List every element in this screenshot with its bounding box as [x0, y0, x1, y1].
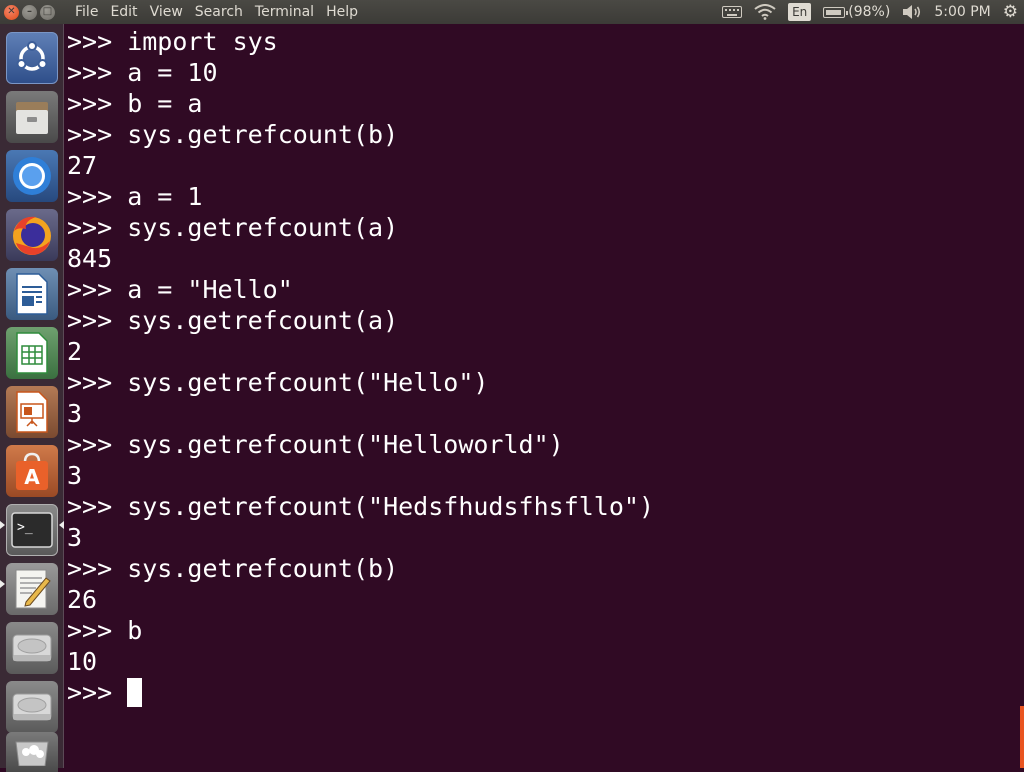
firefox-icon: [13, 216, 51, 255]
network-indicator[interactable]: [754, 4, 776, 20]
calc-icon: [16, 332, 48, 374]
terminal-line: >>> sys.getrefcount(b): [67, 554, 399, 583]
file-cabinet-icon: [16, 102, 48, 134]
menu-help[interactable]: Help: [320, 4, 364, 20]
terminal-prompt-glyph: >_: [17, 520, 33, 535]
close-icon[interactable]: ✕: [4, 4, 19, 20]
launcher-item-calc[interactable]: [6, 327, 58, 379]
wifi-icon: [754, 4, 776, 20]
launcher-item-impress[interactable]: [6, 386, 58, 438]
hard-drive-icon: [12, 634, 52, 662]
terminal-line: >>> b = a: [67, 89, 203, 118]
hard-drive-icon: [12, 693, 52, 721]
volume-icon: [903, 5, 921, 19]
menu-bar: File Edit View Search Terminal Help: [70, 4, 364, 20]
terminal-line: 2: [67, 337, 83, 366]
terminal-line: >>> sys.getrefcount("Hedsfhudsfhsfllo"): [67, 492, 654, 521]
menu-search[interactable]: Search: [189, 4, 249, 20]
impress-icon: [16, 391, 48, 433]
svg-text:A: A: [24, 465, 40, 489]
keyboard-icon: [722, 6, 743, 18]
terminal-icon: >_: [11, 512, 53, 548]
terminal-prompt: >>>: [67, 678, 128, 707]
launcher-item-drive-2[interactable]: [6, 681, 58, 733]
terminal-line: >>> import sys: [67, 27, 278, 56]
terminal-line: 3: [67, 399, 83, 428]
menu-file[interactable]: File: [70, 4, 104, 20]
clock-indicator[interactable]: 5:00 PM: [934, 4, 990, 20]
writer-icon: [16, 273, 48, 315]
trash-icon: [15, 741, 49, 766]
chromium-icon: [13, 157, 51, 195]
terminal-line: >>> a = "Hello": [67, 275, 293, 304]
ubuntu-logo-icon: [16, 41, 48, 71]
terminal-line: >>> b: [67, 616, 143, 645]
terminal-line: >>> a = 1: [67, 182, 203, 211]
menu-edit[interactable]: Edit: [104, 4, 143, 20]
session-indicator[interactable]: ⚙: [1002, 1, 1018, 22]
language-indicator[interactable]: En: [788, 3, 812, 21]
terminal-line: 26: [67, 585, 98, 614]
top-panel: ✕ – □ File Edit View Search Terminal Hel…: [0, 0, 1024, 24]
terminal-line: >>> sys.getrefcount("Hello"): [67, 368, 489, 397]
launcher-item-chromium[interactable]: [6, 150, 58, 202]
terminal-line: 3: [67, 461, 83, 490]
text-cursor: [127, 678, 143, 707]
battery-percent: (98%): [848, 4, 891, 20]
launcher-item-terminal[interactable]: >_: [6, 504, 58, 556]
terminal-input-line[interactable]: >>>: [67, 677, 1024, 708]
launcher-item-text-editor[interactable]: [6, 563, 58, 615]
menu-view[interactable]: View: [144, 4, 189, 20]
battery-icon: [823, 6, 849, 18]
launcher-item-files[interactable]: [6, 91, 58, 143]
menu-terminal[interactable]: Terminal: [249, 4, 320, 20]
launcher-item-trash[interactable]: [6, 732, 58, 772]
scroll-accent: [1020, 706, 1024, 768]
shopping-bag-icon: A: [16, 452, 48, 490]
running-indicator: [0, 521, 5, 529]
terminal-line: 845: [67, 244, 113, 273]
terminal-line: >>> sys.getrefcount(a): [67, 213, 399, 242]
maximize-icon[interactable]: □: [40, 4, 55, 20]
terminal-line: >>> sys.getrefcount("Helloworld"): [67, 430, 564, 459]
sound-indicator[interactable]: [902, 4, 922, 20]
launcher-item-software-center[interactable]: A: [6, 445, 58, 497]
window-controls: ✕ – □: [0, 4, 70, 20]
terminal-output[interactable]: >>> import sys >>> a = 10 >>> b = a >>> …: [65, 24, 1024, 768]
minimize-icon[interactable]: –: [22, 4, 37, 20]
terminal-line: 27: [67, 151, 98, 180]
gear-icon: ⚙: [1002, 1, 1018, 22]
language-badge: En: [788, 3, 812, 21]
terminal-line: 10: [67, 647, 98, 676]
terminal-line: 3: [67, 523, 83, 552]
launcher-item-writer[interactable]: [6, 268, 58, 320]
launcher-item-firefox[interactable]: [6, 209, 58, 261]
text-editor-icon: [15, 569, 51, 609]
launcher-item-drive-1[interactable]: [6, 622, 58, 674]
running-indicator: [0, 580, 5, 588]
indicator-area: En (98%) 5:00 PM ⚙: [710, 3, 1024, 21]
keyboard-indicator[interactable]: [722, 6, 743, 18]
terminal-line: >>> sys.getrefcount(a): [67, 306, 399, 335]
launcher: A >_: [0, 24, 64, 772]
launcher-item-dash[interactable]: [6, 32, 58, 84]
terminal-line: >>> sys.getrefcount(b): [67, 120, 399, 149]
focused-indicator: [59, 521, 64, 529]
battery-indicator[interactable]: (98%): [823, 4, 890, 20]
terminal-line: >>> a = 10: [67, 58, 218, 87]
clock: 5:00 PM: [934, 4, 991, 20]
